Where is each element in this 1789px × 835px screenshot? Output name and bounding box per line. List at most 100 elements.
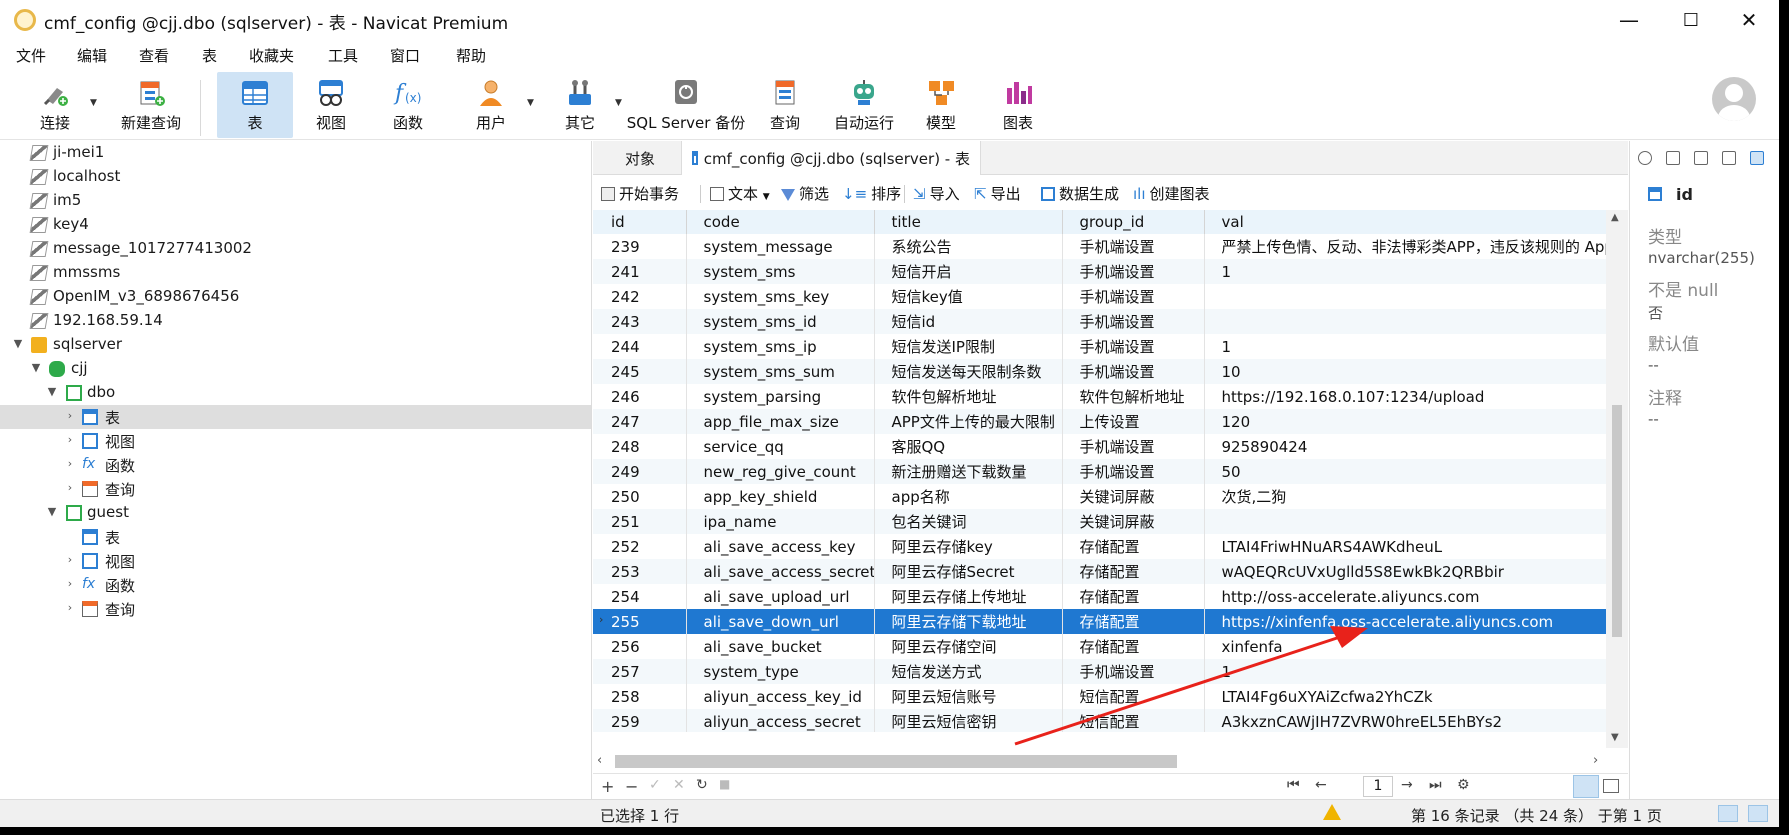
table-cell-val[interactable]: LTAI4Fg6uXYAiZcfwa2YhCZk <box>1204 684 1606 709</box>
tree-item[interactable]: › 视图 <box>0 429 591 453</box>
chevron-down-icon[interactable]: ▼ <box>46 385 58 399</box>
table-cell-title[interactable]: 阿里云存储下载地址 <box>874 609 1063 634</box>
table-cell-id[interactable]: 258 <box>593 684 687 709</box>
table-cell-val[interactable]: 1 <box>1204 259 1606 284</box>
table-cell-title[interactable]: 阿里云存储空间 <box>874 634 1063 659</box>
maximize-button[interactable]: ☐ <box>1662 0 1720 40</box>
table-cell-val[interactable]: https://xinfenfa.oss-accelerate.aliyuncs… <box>1204 609 1606 634</box>
table-cell-title[interactable]: APP文件上传的最大限制 <box>874 409 1063 434</box>
table-cell-code[interactable]: ali_save_access_key <box>686 534 875 559</box>
tree-item[interactable]: ▼ cjj <box>0 357 591 381</box>
tree-item[interactable]: 192.168.59.14 <box>0 309 591 333</box>
table-cell-id[interactable]: 252 <box>593 534 687 559</box>
table-cell-code[interactable]: system_sms_key <box>686 284 875 309</box>
table-cell-id[interactable]: 239 <box>593 234 687 259</box>
tree-item[interactable]: ji-mei1 <box>0 141 591 165</box>
discard-changes-button[interactable]: ✕ <box>673 777 685 793</box>
table-row[interactable]: 250 app_key_shield app名称 关键词屏蔽 次货,二狗 <box>593 484 1606 509</box>
tree-item[interactable]: localhost <box>0 165 591 189</box>
next-page-button[interactable]: → <box>1401 777 1413 793</box>
table-row[interactable]: 249 new_reg_give_count 新注册赠送下载数量 手机端设置 50 <box>593 459 1606 484</box>
er-diagram-icon[interactable] <box>1694 151 1708 165</box>
grid-view-button[interactable] <box>1573 775 1599 798</box>
table-cell-title[interactable]: 包名关键词 <box>874 509 1063 534</box>
view-button[interactable]: 视图 <box>296 72 366 138</box>
chevron-right-icon[interactable]: › <box>64 433 76 447</box>
table-cell-group_id[interactable]: 存储配置 <box>1062 634 1205 659</box>
table-cell-id[interactable]: 255 › <box>593 609 687 634</box>
table-cell-code[interactable]: system_sms_sum <box>686 359 875 384</box>
table-cell-title[interactable]: 阿里云存储key <box>874 534 1063 559</box>
table-cell-code[interactable]: ali_save_down_url <box>686 609 875 634</box>
table-cell-group_id[interactable]: 软件包解析地址 <box>1062 384 1205 409</box>
table-cell-val[interactable]: http://oss-accelerate.aliyuncs.com <box>1204 584 1606 609</box>
column-header[interactable]: group_id <box>1062 210 1205 234</box>
table-cell-group_id[interactable]: 短信配置 <box>1062 684 1205 709</box>
column-header[interactable]: id <box>593 210 687 234</box>
preview-icon[interactable] <box>1722 151 1736 165</box>
vertical-scrollbar[interactable]: ▲ ▼ <box>1606 210 1628 748</box>
table-cell-group_id[interactable]: 存储配置 <box>1062 534 1205 559</box>
tree-item[interactable]: 表 <box>0 525 591 549</box>
table-cell-val[interactable]: 次货,二狗 <box>1204 484 1606 509</box>
apply-changes-button[interactable]: ✓ <box>649 777 661 793</box>
new-query-button[interactable]: 新建查询 <box>102 72 200 138</box>
table-cell-val[interactable]: wAQEQRcUVxUglld5S8EwkBk2QRBbir <box>1204 559 1606 584</box>
connect-button[interactable]: 连接 <box>30 72 80 138</box>
settings-icon[interactable]: ⚙ <box>1457 777 1470 793</box>
data-generation-button[interactable]: 数据生成 <box>1041 183 1119 204</box>
tree-item[interactable]: key4 <box>0 213 591 237</box>
table-cell-code[interactable]: ali_save_access_secret <box>686 559 875 584</box>
connect-dropdown-icon[interactable]: ▼ <box>90 98 97 108</box>
table-cell-val[interactable]: 925890424 <box>1204 434 1606 459</box>
column-header[interactable]: title <box>874 210 1063 234</box>
scrollbar-thumb[interactable] <box>1612 405 1622 637</box>
table-cell-code[interactable]: aliyun_access_key_id <box>686 684 875 709</box>
table-cell-group_id[interactable]: 手机端设置 <box>1062 659 1205 684</box>
table-cell-group_id[interactable]: 手机端设置 <box>1062 234 1205 259</box>
model-button[interactable]: 模型 <box>906 72 976 138</box>
chevron-down-icon[interactable]: ▼ <box>1611 732 1619 743</box>
table-cell-val[interactable]: 120 <box>1204 409 1606 434</box>
table-cell-title[interactable]: 短信key值 <box>874 284 1063 309</box>
tree-item[interactable]: › 表 <box>0 405 591 429</box>
chevron-right-icon[interactable]: › <box>64 409 76 423</box>
table-row[interactable]: 248 service_qq 客服QQ 手机端设置 925890424 <box>593 434 1606 459</box>
table-row[interactable]: 241 system_sms 短信开启 手机端设置 1 <box>593 259 1606 284</box>
table-row[interactable]: 239 system_message 系统公告 手机端设置 严禁上传色情、反动、非法博彩… <box>593 234 1606 259</box>
table-cell-val[interactable]: 1 <box>1204 659 1606 684</box>
table-cell-val[interactable] <box>1204 284 1606 309</box>
table-cell-title[interactable]: 阿里云存储Secret <box>874 559 1063 584</box>
table-cell-id[interactable]: 259 <box>593 709 687 732</box>
table-cell-code[interactable]: system_message <box>686 234 875 259</box>
first-page-button[interactable]: ⏮ <box>1287 777 1300 793</box>
table-cell-val[interactable]: 1 <box>1204 334 1606 359</box>
table-row[interactable]: 252 ali_save_access_key 阿里云存储key 存储配置 LTAI4F… <box>593 534 1606 559</box>
table-cell-title[interactable]: 客服QQ <box>874 434 1063 459</box>
chevron-right-icon[interactable]: › <box>64 481 76 495</box>
table-cell-title[interactable]: 阿里云存储上传地址 <box>874 584 1063 609</box>
table-cell-title[interactable]: 软件包解析地址 <box>874 384 1063 409</box>
table-cell-val[interactable]: https://192.168.0.107:1234/upload <box>1204 384 1606 409</box>
tree-item[interactable]: OpenIM_v3_6898676456 <box>0 285 591 309</box>
table-cell-code[interactable]: system_parsing <box>686 384 875 409</box>
horizontal-scrollbar[interactable]: ‹ › <box>593 752 1606 772</box>
table-row[interactable]: 246 system_parsing 软件包解析地址 软件包解析地址 https://1… <box>593 384 1606 409</box>
text-button[interactable]: 文本 ▼ <box>710 183 770 204</box>
table-row[interactable]: 253 ali_save_access_secret 阿里云存储Secret 存储配置… <box>593 559 1606 584</box>
menu-favorites[interactable]: 收藏夹 <box>249 45 294 66</box>
table-cell-group_id[interactable]: 手机端设置 <box>1062 259 1205 284</box>
tree-item[interactable]: › fx 函数 <box>0 573 591 597</box>
table-cell-title[interactable]: 阿里云短信密钥 <box>874 709 1063 732</box>
tree-item[interactable]: mmssms <box>0 261 591 285</box>
chevron-down-icon[interactable]: ▼ <box>46 505 58 519</box>
refresh-button[interactable]: ↻ <box>696 777 708 793</box>
avatar[interactable] <box>1712 77 1756 121</box>
import-button[interactable]: ⇲ 导入 <box>913 183 960 204</box>
table-cell-code[interactable]: ali_save_upload_url <box>686 584 875 609</box>
chevron-down-icon[interactable]: ▼ <box>12 337 24 351</box>
table-cell-code[interactable]: system_sms <box>686 259 875 284</box>
table-cell-group_id[interactable]: 手机端设置 <box>1062 334 1205 359</box>
table-cell-id[interactable]: 244 <box>593 334 687 359</box>
begin-transaction-button[interactable]: 开始事务 <box>601 183 679 204</box>
